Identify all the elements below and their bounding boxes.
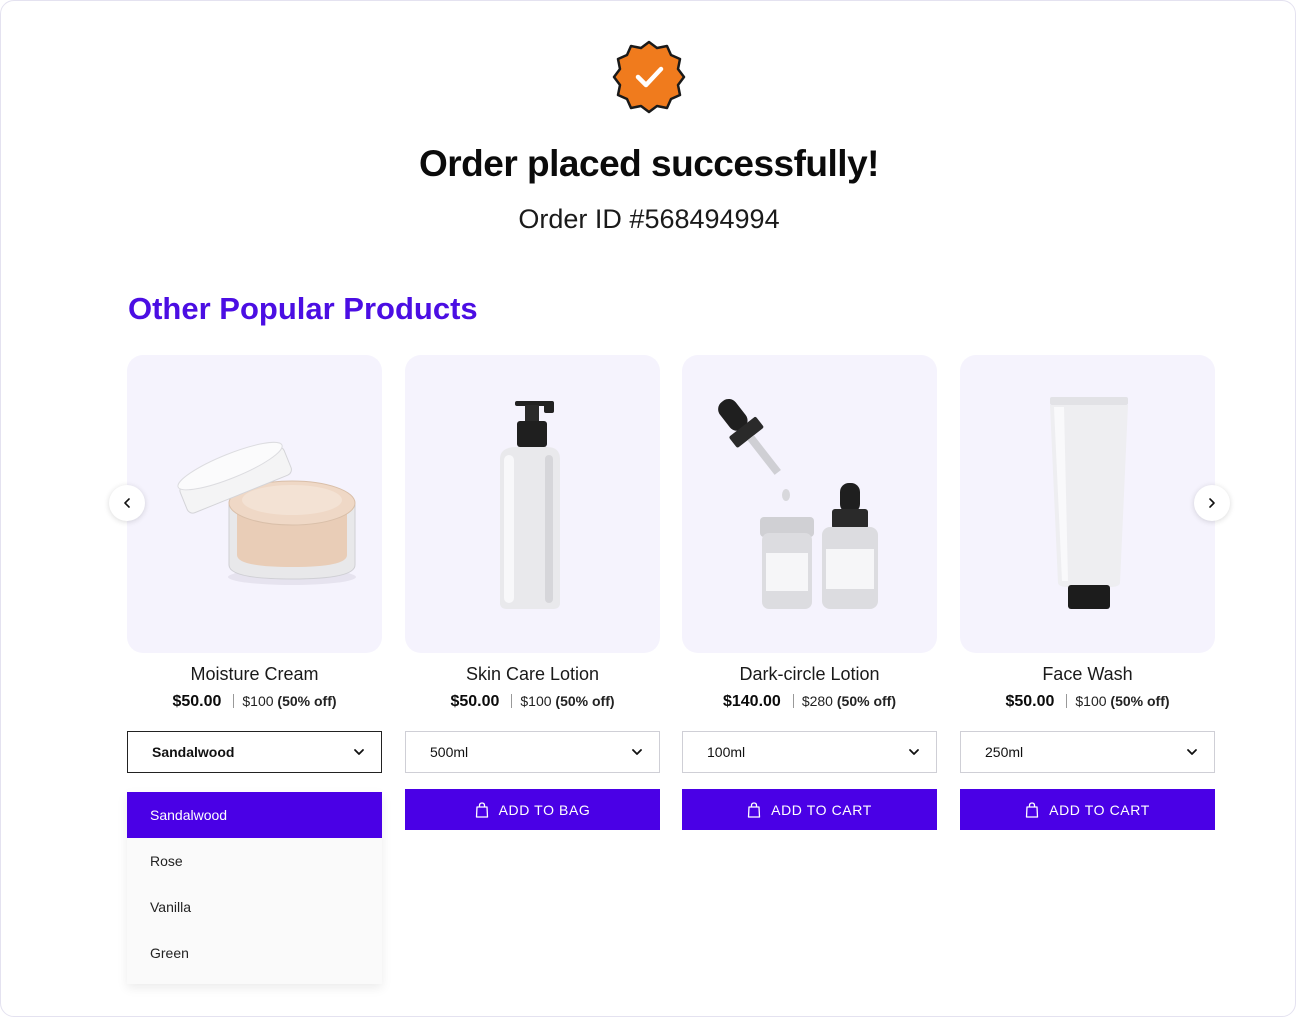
- section-title: Other Popular Products: [128, 291, 478, 326]
- discount-label: (50% off): [555, 693, 615, 709]
- product-name: Moisture Cream: [190, 664, 319, 684]
- original-price: $100: [1075, 693, 1107, 709]
- product-name: Skin Care Lotion: [465, 664, 600, 684]
- order-id: Order ID #568494994: [518, 204, 780, 234]
- discount-label: (50% off): [277, 693, 337, 709]
- chevron-down-icon: [909, 749, 919, 755]
- price-divider: [233, 694, 235, 708]
- button-label: ADD TO CART: [1049, 801, 1150, 818]
- shopping-bag-icon: [747, 801, 761, 818]
- discount-label: (50% off): [836, 693, 896, 709]
- original-price: $100: [242, 693, 274, 709]
- price-row: $140.00 $280 (50% off): [682, 693, 937, 713]
- price-divider: [1066, 694, 1068, 708]
- tube-image: [1050, 397, 1128, 609]
- dropper-bottles-image: [718, 398, 878, 609]
- product-card: Skin Care Lotion $50.00 $100 (50% off) 50…: [405, 355, 660, 830]
- carousel-next-button[interactable]: [1194, 485, 1230, 521]
- chevron-left-icon: [124, 498, 130, 508]
- add-to-cart-button[interactable]: ADD TO CART: [682, 789, 937, 830]
- verified-check-icon: [612, 40, 686, 114]
- product-card: Moisture Cream $50.00 $100 (50% off) Sand…: [127, 355, 382, 773]
- variant-dropdown-menu: Sandalwood Rose Vanilla Green: [127, 792, 382, 984]
- variant-select[interactable]: 250ml: [960, 731, 1215, 773]
- button-label: ADD TO CART: [771, 801, 872, 818]
- add-to-cart-button[interactable]: ADD TO CART: [960, 789, 1215, 830]
- chevron-down-icon: [632, 749, 642, 755]
- price-divider: [792, 694, 794, 708]
- select-value: 250ml: [985, 744, 1024, 760]
- product-image[interactable]: [682, 355, 937, 653]
- product-name: Dark-circle Lotion: [739, 664, 880, 684]
- product-card: Dark-circle Lotion $140.00 $280 (50% off)…: [682, 355, 937, 830]
- dropdown-option[interactable]: Rose: [127, 838, 382, 884]
- variant-select[interactable]: Sandalwood: [127, 731, 382, 773]
- pump-bottle-image: [500, 401, 560, 609]
- chevron-down-icon: [1187, 749, 1197, 755]
- select-value: 100ml: [707, 744, 746, 760]
- shopping-bag-icon: [475, 801, 488, 818]
- page-title: Order placed successfully!: [419, 143, 879, 184]
- current-price: $140.00: [722, 693, 781, 710]
- original-price: $100: [520, 693, 552, 709]
- price-row: $50.00 $100 (50% off): [405, 693, 660, 713]
- cream-jar-image: [177, 441, 356, 585]
- chevron-right-icon: [1209, 498, 1215, 508]
- current-price: $50.00: [1005, 693, 1055, 710]
- select-value: Sandalwood: [152, 744, 235, 760]
- current-price: $50.00: [172, 693, 222, 710]
- dropdown-option[interactable]: Green: [127, 930, 382, 976]
- select-value: 500ml: [430, 744, 469, 760]
- product-image[interactable]: [960, 355, 1215, 653]
- variant-select[interactable]: 500ml: [405, 731, 660, 773]
- price-row: $50.00 $100 (50% off): [127, 693, 382, 713]
- shopping-bag-icon: [1025, 801, 1039, 818]
- dropdown-option[interactable]: Sandalwood: [127, 792, 382, 838]
- product-name: Face Wash: [1042, 664, 1133, 684]
- product-image[interactable]: [127, 355, 382, 653]
- order-success-page: Order placed successfully! Order ID #568…: [0, 0, 1296, 1017]
- variant-select[interactable]: 100ml: [682, 731, 937, 773]
- add-to-bag-button[interactable]: ADD TO BAG: [405, 789, 660, 830]
- button-label: ADD TO BAG: [498, 801, 591, 818]
- carousel-prev-button[interactable]: [109, 485, 145, 521]
- price-divider: [511, 694, 513, 708]
- price-row: $50.00 $100 (50% off): [960, 693, 1215, 713]
- product-image[interactable]: [405, 355, 660, 653]
- original-price: $280: [801, 693, 833, 709]
- current-price: $50.00: [450, 693, 500, 710]
- dropdown-option[interactable]: Vanilla: [127, 884, 382, 930]
- discount-label: (50% off): [1110, 693, 1170, 709]
- product-card: Face Wash $50.00 $100 (50% off) 250ml ADD…: [960, 355, 1215, 830]
- chevron-down-icon: [354, 749, 364, 755]
